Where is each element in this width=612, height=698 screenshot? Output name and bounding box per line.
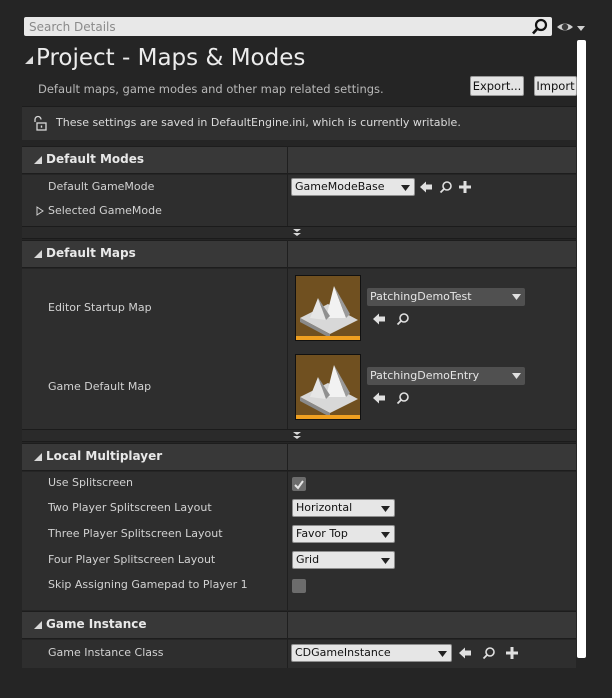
use-splitscreen-label: Use Splitscreen: [48, 476, 134, 489]
skip-gamepad-checkbox[interactable]: [292, 579, 306, 593]
expand-arrow-icon[interactable]: [36, 206, 44, 216]
checkmark-icon: [294, 480, 304, 490]
chevron-down-icon: [401, 185, 410, 191]
game-instance-class-combo[interactable]: CDGameInstance: [291, 644, 452, 662]
add-icon[interactable]: [505, 646, 519, 660]
arrow-left-icon[interactable]: [372, 312, 386, 326]
game-default-map-combo[interactable]: PatchingDemoEntry: [367, 367, 525, 385]
three-player-layout-combo[interactable]: Favor Top: [292, 525, 395, 543]
browse-search-icon[interactable]: [439, 180, 453, 194]
collapse-arrow-icon[interactable]: [25, 56, 33, 64]
expand-advanced-icon[interactable]: [292, 228, 302, 237]
page-title: Project - Maps & Modes: [36, 45, 306, 71]
search-bar[interactable]: [24, 17, 552, 36]
collapse-arrow-icon[interactable]: [34, 156, 42, 164]
browse-search-icon[interactable]: [482, 646, 496, 660]
two-player-layout-combo[interactable]: Horizontal: [292, 499, 395, 517]
combo-value: PatchingDemoTest: [370, 290, 472, 303]
category-title: Default Maps: [46, 246, 136, 260]
arrow-left-icon[interactable]: [458, 646, 472, 660]
selected-gamemode-label: Selected GameMode: [48, 204, 162, 217]
chevron-down-icon: [512, 373, 521, 379]
two-player-layout-label: Two Player Splitscreen Layout: [48, 501, 212, 514]
arrow-left-icon[interactable]: [372, 391, 386, 405]
four-player-layout-combo[interactable]: Grid: [292, 551, 395, 569]
combo-value: Favor Top: [296, 527, 348, 540]
editor-startup-map-combo[interactable]: PatchingDemoTest: [367, 288, 525, 306]
chevron-down-icon: [381, 558, 390, 564]
combo-value: PatchingDemoEntry: [370, 369, 480, 382]
category-title: Game Instance: [46, 617, 147, 631]
four-player-layout-label: Four Player Splitscreen Layout: [48, 553, 216, 566]
arrow-left-icon[interactable]: [419, 180, 433, 194]
search-icon[interactable]: [530, 18, 550, 36]
expand-advanced-icon[interactable]: [292, 431, 302, 440]
browse-search-icon[interactable]: [396, 391, 410, 405]
game-instance-class-label: Game Instance Class: [48, 646, 164, 659]
default-gamemode-label: Default GameMode: [48, 180, 155, 193]
category-title: Default Modes: [46, 152, 145, 166]
search-input[interactable]: [29, 19, 519, 34]
combo-value: GameModeBase: [295, 180, 385, 193]
export-button[interactable]: Export...: [470, 76, 524, 96]
collapse-arrow-icon[interactable]: [34, 250, 42, 258]
three-player-layout-label: Three Player Splitscreen Layout: [48, 527, 223, 540]
category-title: Local Multiplayer: [46, 449, 163, 463]
import-button[interactable]: Import: [534, 76, 577, 96]
browse-search-icon[interactable]: [396, 312, 410, 326]
unlock-icon: [34, 115, 47, 131]
use-splitscreen-checkbox[interactable]: [292, 477, 306, 491]
scrollbar[interactable]: [577, 40, 586, 658]
map-thumbnail[interactable]: [295, 275, 361, 341]
page-description: Default maps, game modes and other map r…: [38, 82, 384, 96]
map-asset-icon: [300, 365, 358, 417]
chevron-down-icon: [438, 651, 447, 657]
notice-text: These settings are saved in DefaultEngin…: [56, 116, 461, 129]
editor-startup-map-label: Editor Startup Map: [48, 301, 152, 314]
collapse-arrow-icon[interactable]: [34, 453, 42, 461]
map-thumbnail[interactable]: [295, 354, 361, 420]
add-icon[interactable]: [458, 180, 472, 194]
chevron-down-icon: [512, 294, 521, 300]
combo-value: Horizontal: [296, 501, 353, 514]
skip-gamepad-label: Skip Assigning Gamepad to Player 1: [48, 578, 248, 591]
chevron-down-icon[interactable]: [576, 24, 586, 32]
combo-value: CDGameInstance: [295, 646, 391, 659]
default-gamemode-combo[interactable]: GameModeBase: [291, 178, 415, 196]
collapse-arrow-icon[interactable]: [34, 621, 42, 629]
game-default-map-label: Game Default Map: [48, 380, 152, 393]
combo-value: Grid: [296, 553, 320, 566]
map-asset-icon: [300, 286, 358, 338]
eye-icon[interactable]: [556, 19, 574, 35]
chevron-down-icon: [381, 506, 390, 512]
chevron-down-icon: [381, 532, 390, 538]
